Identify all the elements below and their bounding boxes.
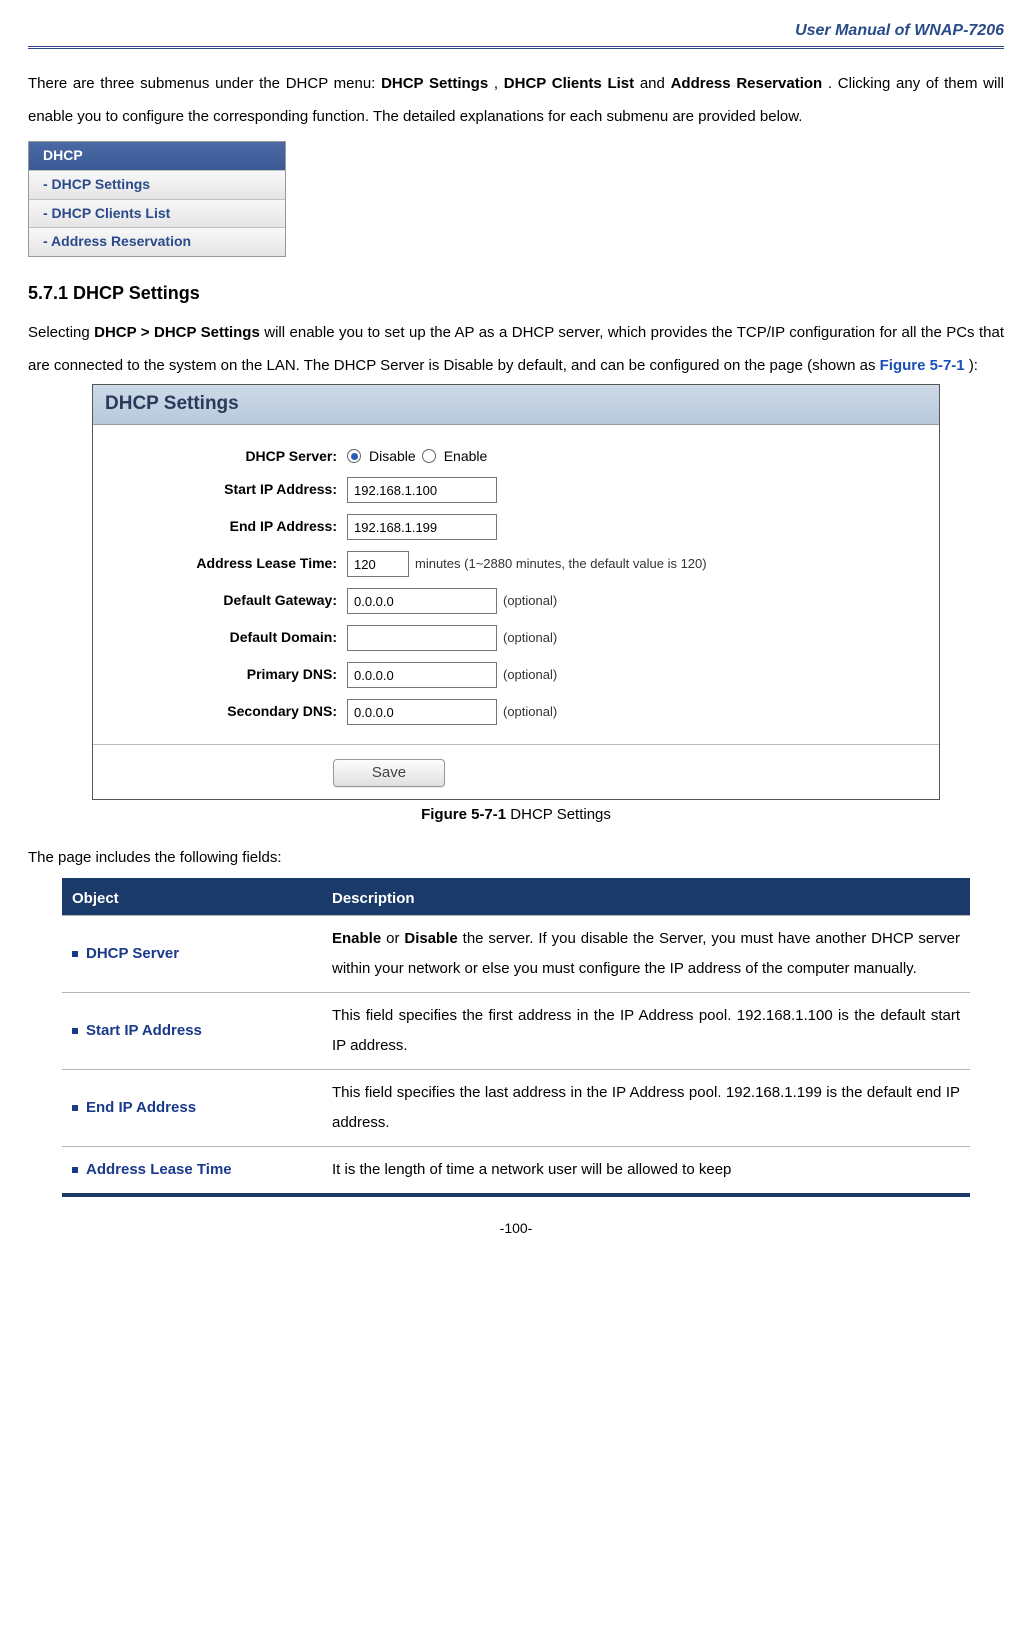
table-row: DHCP Server Enable or Disable the server… xyxy=(62,916,970,993)
caption-bold: Figure 5-7-1 xyxy=(421,806,506,823)
td-desc-dhcp-server: Enable or Disable the server. If you dis… xyxy=(322,916,970,993)
description-table-wrap: Object Description DHCP Server Enable or… xyxy=(62,878,970,1197)
input-end-ip[interactable] xyxy=(347,514,497,540)
intro-bold-2: DHCP Clients List xyxy=(504,75,634,92)
td-desc-start-ip: This field specifies the first address i… xyxy=(322,993,970,1070)
intro-prefix: There are three submenus under the DHCP … xyxy=(28,75,381,92)
td-obj-lease: Address Lease Time xyxy=(62,1147,322,1194)
row-start-ip: Start IP Address: xyxy=(107,477,925,503)
panel-footer: Save xyxy=(93,744,939,799)
page-includes-text: The page includes the following fields: xyxy=(28,841,1004,874)
label-pdns: Primary DNS: xyxy=(107,665,347,685)
th-description: Description xyxy=(322,882,970,916)
table-row: Start IP Address This field specifies th… xyxy=(62,993,970,1070)
save-button[interactable]: Save xyxy=(333,759,445,787)
td-obj-end-ip: End IP Address xyxy=(62,1070,322,1147)
description-table: Object Description DHCP Server Enable or… xyxy=(62,882,970,1193)
bullet-icon xyxy=(72,1028,78,1034)
dhcp-menu: DHCP - DHCP Settings - DHCP Clients List… xyxy=(28,141,286,256)
input-sdns[interactable] xyxy=(347,699,497,725)
radio-enable[interactable] xyxy=(422,449,436,463)
page-number: -100- xyxy=(28,1219,1004,1239)
label-sdns: Secondary DNS: xyxy=(107,702,347,722)
label-dhcp-server: DHCP Server: xyxy=(107,447,347,467)
td-desc-end-ip: This field specifies the last address in… xyxy=(322,1070,970,1147)
row-gateway: Default Gateway: (optional) xyxy=(107,588,925,614)
intro-bold-1: DHCP Settings xyxy=(381,75,488,92)
row-lease: Address Lease Time: minutes (1~2880 minu… xyxy=(107,551,925,577)
section-p1d: ): xyxy=(969,357,978,374)
intro-paragraph: There are three submenus under the DHCP … xyxy=(28,67,1004,133)
hint-sdns: (optional) xyxy=(503,703,557,721)
header-divider xyxy=(28,46,1004,49)
label-domain: Default Domain: xyxy=(107,628,347,648)
intro-sep-2: and xyxy=(640,75,671,92)
row-domain: Default Domain: (optional) xyxy=(107,625,925,651)
hint-domain: (optional) xyxy=(503,629,557,647)
bullet-icon xyxy=(72,1105,78,1111)
section-p1a: Selecting xyxy=(28,324,94,341)
input-domain[interactable] xyxy=(347,625,497,651)
menu-item-dhcp-clients[interactable]: - DHCP Clients List xyxy=(29,199,285,228)
intro-bold-3: Address Reservation xyxy=(671,75,823,92)
table-row: Address Lease Time It is the length of t… xyxy=(62,1147,970,1194)
row-pdns: Primary DNS: (optional) xyxy=(107,662,925,688)
figure-link[interactable]: Figure 5-7-1 xyxy=(880,357,965,374)
hint-lease: minutes (1~2880 minutes, the default val… xyxy=(415,555,707,573)
header-product-title: User Manual of WNAP-7206 xyxy=(28,20,1004,46)
bullet-icon xyxy=(72,951,78,957)
td-desc-lease: It is the length of time a network user … xyxy=(322,1147,970,1194)
td-obj-dhcp-server: DHCP Server xyxy=(62,916,322,993)
bullet-icon xyxy=(72,1167,78,1173)
th-object: Object xyxy=(62,882,322,916)
dhcp-menu-header: DHCP xyxy=(29,142,285,170)
section-heading: 5.7.1 DHCP Settings xyxy=(28,281,1004,306)
t1: or xyxy=(381,930,404,947)
hint-gateway: (optional) xyxy=(503,592,557,610)
input-start-ip[interactable] xyxy=(347,477,497,503)
input-gateway[interactable] xyxy=(347,588,497,614)
intro-sep-1: , xyxy=(494,75,504,92)
label-lease: Address Lease Time: xyxy=(107,554,347,574)
disable-bold: Disable xyxy=(404,930,457,947)
input-pdns[interactable] xyxy=(347,662,497,688)
panel-title: DHCP Settings xyxy=(93,385,939,425)
table-bottom-rule xyxy=(62,1193,970,1197)
caption-rest: DHCP Settings xyxy=(506,806,611,823)
row-sdns: Secondary DNS: (optional) xyxy=(107,699,925,725)
input-lease[interactable] xyxy=(347,551,409,577)
menu-item-dhcp-settings[interactable]: - DHCP Settings xyxy=(29,170,285,199)
row-dhcp-server: DHCP Server: Disable Enable xyxy=(107,447,925,467)
section-intro: Selecting DHCP > DHCP Settings will enab… xyxy=(28,316,1004,382)
hint-pdns: (optional) xyxy=(503,666,557,684)
label-end-ip: End IP Address: xyxy=(107,517,347,537)
row-end-ip: End IP Address: xyxy=(107,514,925,540)
radio-enable-label: Enable xyxy=(444,447,488,467)
controls-dhcp-server: Disable Enable xyxy=(347,447,925,467)
enable-bold: Enable xyxy=(332,930,381,947)
dhcp-settings-panel: DHCP Settings DHCP Server: Disable Enabl… xyxy=(92,384,940,800)
label-start-ip: Start IP Address: xyxy=(107,480,347,500)
menu-item-address-reservation[interactable]: - Address Reservation xyxy=(29,227,285,256)
radio-disable-label: Disable xyxy=(369,447,416,467)
label-gateway: Default Gateway: xyxy=(107,591,347,611)
section-p1b: DHCP > DHCP Settings xyxy=(94,324,260,341)
panel-body: DHCP Server: Disable Enable Start IP Add… xyxy=(93,425,939,745)
radio-disable[interactable] xyxy=(347,449,361,463)
td-obj-start-ip: Start IP Address xyxy=(62,993,322,1070)
figure-caption: Figure 5-7-1 DHCP Settings xyxy=(28,804,1004,825)
table-row: End IP Address This field specifies the … xyxy=(62,1070,970,1147)
